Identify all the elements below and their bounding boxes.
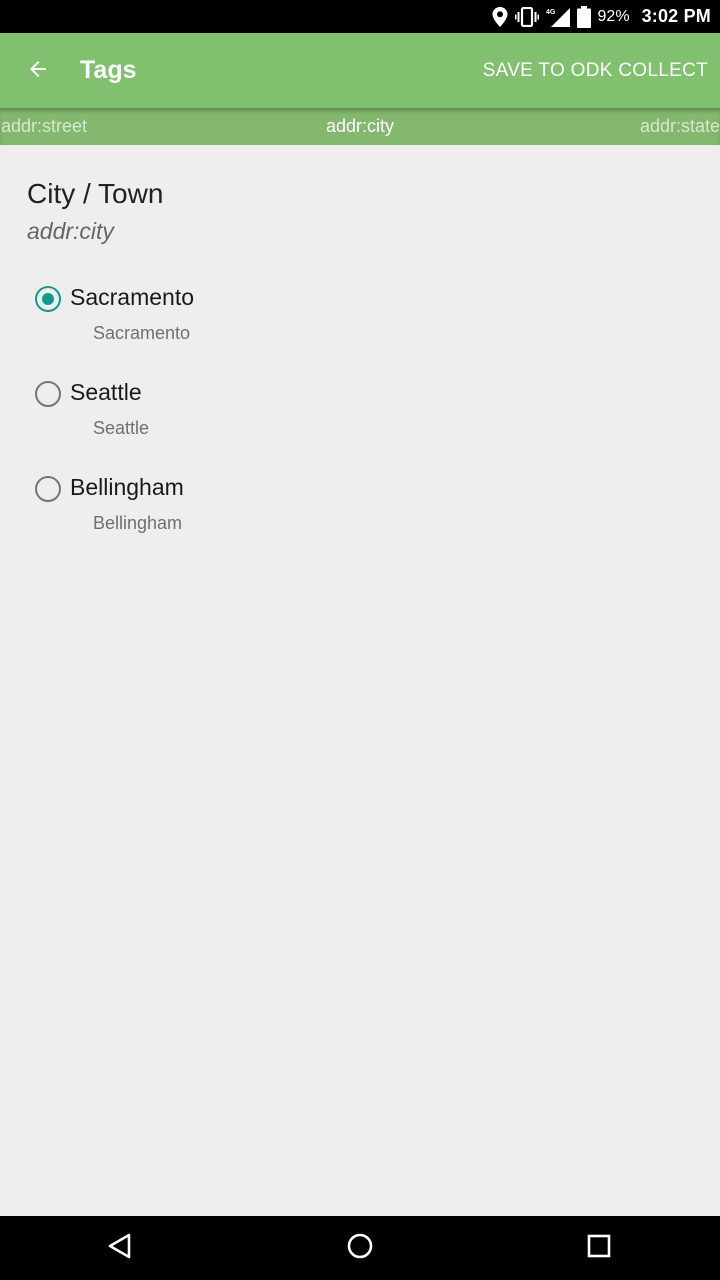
nav-recents-button[interactable] [583, 1232, 615, 1264]
option-value: Bellingham [93, 513, 183, 533]
location-icon [492, 6, 508, 27]
tab-next-tag[interactable]: addr:state [640, 108, 720, 145]
4g-signal-icon: 4G [546, 7, 570, 27]
battery-icon [576, 5, 591, 28]
option-value: Sacramento [93, 323, 191, 343]
tag-pager-strip: addr:city addr:street addr:state [0, 108, 720, 145]
home-circle-icon [346, 1232, 374, 1265]
status-icons: 4G 92% 3:02 PM [492, 0, 711, 33]
tab-current-tag[interactable]: addr:city [0, 108, 720, 145]
radio-unchecked-icon[interactable] [35, 381, 61, 407]
option-value: Seattle [93, 418, 150, 438]
option-label: Sacramento [70, 284, 195, 310]
back-button[interactable] [14, 47, 62, 95]
battery-percent: 92% [597, 7, 630, 25]
question-key: addr:city [27, 218, 114, 244]
page-title: Tags [80, 56, 137, 84]
nav-back-button[interactable] [104, 1232, 136, 1264]
app-bar: Tags SAVE TO ODK COLLECT [0, 33, 720, 108]
back-triangle-icon [107, 1232, 133, 1265]
arrow-back-icon [26, 57, 50, 86]
option-label: Seattle [70, 379, 142, 405]
tab-previous-tag[interactable]: addr:street [1, 108, 87, 145]
question-title: City / Town [27, 178, 164, 209]
radio-checked-icon[interactable] [35, 286, 61, 312]
save-to-odk-collect-button[interactable]: SAVE TO ODK COLLECT [483, 33, 708, 108]
radio-option-sacramento[interactable]: Sacramento Sacramento [0, 284, 720, 376]
svg-text:4G: 4G [546, 9, 556, 16]
nav-home-button[interactable] [344, 1232, 376, 1264]
status-bar: 4G 92% 3:02 PM [0, 0, 720, 33]
status-clock: 3:02 PM [641, 6, 711, 26]
radio-option-seattle[interactable]: Seattle Seattle [0, 379, 720, 471]
recents-square-icon [586, 1233, 612, 1264]
radio-unchecked-icon[interactable] [35, 476, 61, 502]
radio-option-bellingham[interactable]: Bellingham Bellingham [0, 474, 720, 566]
option-label: Bellingham [70, 474, 184, 500]
vibrate-icon [514, 6, 539, 27]
system-nav-bar [0, 1216, 720, 1280]
